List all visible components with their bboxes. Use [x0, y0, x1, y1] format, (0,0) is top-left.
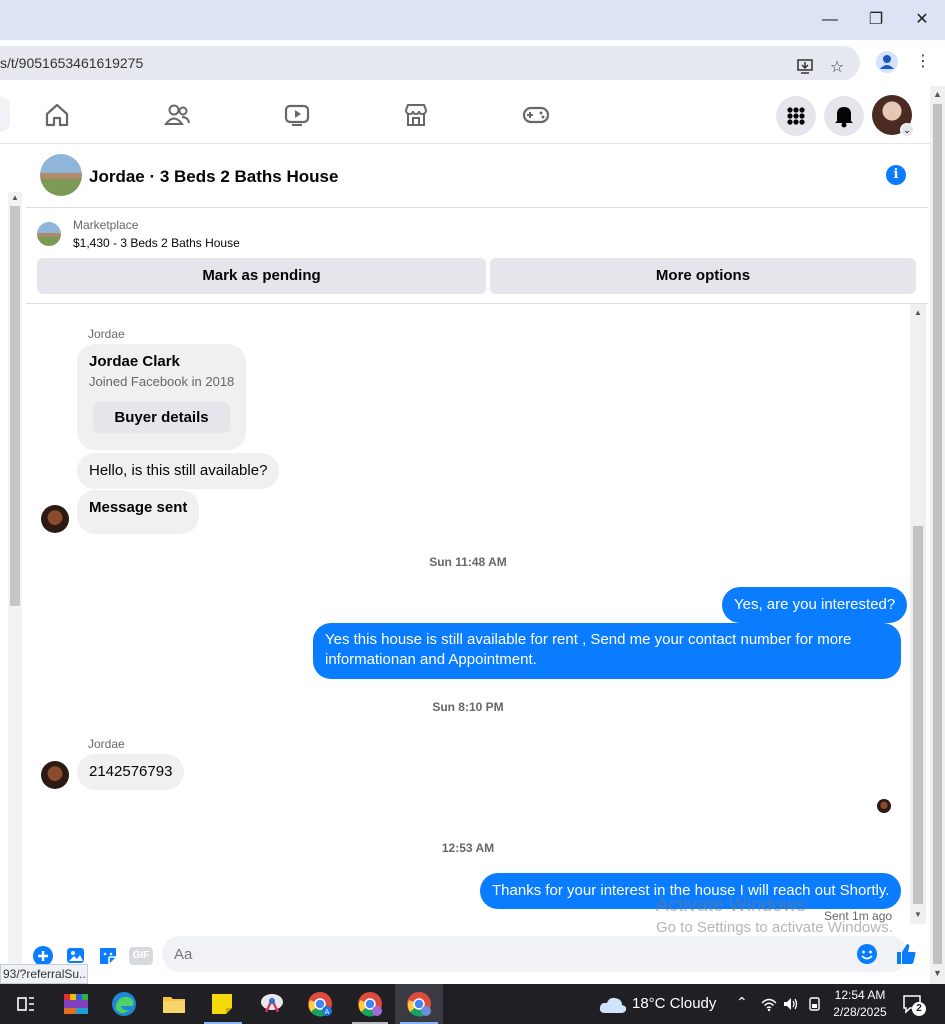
chrome-profile-c-icon[interactable]	[405, 990, 433, 1018]
chat-list-scrollbar[interactable]: ▲	[8, 192, 22, 972]
friends-icon[interactable]	[162, 100, 192, 130]
menu-grid-button[interactable]	[776, 96, 816, 136]
message-scrollbar[interactable]: ▲ ▼	[910, 304, 926, 924]
chrome-profile-b-icon[interactable]	[356, 990, 384, 1018]
windows-taskbar: A 18°C Cloudy ⌃ 12:54 AM 2/28/2025 2	[0, 984, 945, 1024]
url-text[interactable]: s/t/9051653461619275	[0, 55, 143, 71]
message-bubble[interactable]: 2142576793	[77, 754, 185, 790]
window-title-bar: — ❐ ✕	[0, 0, 945, 40]
timestamp: Sun 11:48 AM	[429, 555, 507, 569]
marketplace-listing-panel: Marketplace $1,430 - 3 Beds 2 Baths Hous…	[26, 208, 928, 304]
game-app-icon[interactable]	[62, 990, 90, 1018]
profile-avatar[interactable]: ⌄	[872, 95, 914, 137]
sent-message-bubble[interactable]: Yes this house is still available for re…	[313, 623, 901, 679]
more-options-button[interactable]: More options	[490, 258, 916, 294]
chat-header: Jordae · 3 Beds 2 Baths House i	[26, 144, 928, 208]
restore-button[interactable]: ❐	[864, 8, 888, 32]
notification-center-icon[interactable]: 2	[902, 994, 926, 1016]
sender-name: Jordae	[88, 737, 125, 751]
message-scroll-thumb[interactable]	[913, 526, 923, 904]
profile-icon[interactable]	[876, 51, 898, 73]
bookmark-star-icon[interactable]: ☆	[826, 57, 848, 79]
listing-small-thumbnail[interactable]	[37, 222, 61, 246]
svg-text:A: A	[325, 1009, 330, 1016]
mark-as-pending-button[interactable]: Mark as pending	[37, 258, 486, 294]
close-button[interactable]: ✕	[910, 8, 934, 32]
facebook-top-nav: ⌄	[0, 86, 930, 144]
scroll-up-arrow-icon[interactable]: ▲	[933, 89, 942, 99]
message-composer: GIF	[26, 936, 928, 984]
clock-time: 12:54 AM	[834, 988, 886, 1002]
menu-grid-icon	[787, 107, 805, 125]
sticky-notes-icon[interactable]	[208, 990, 236, 1018]
window-scroll-thumb[interactable]	[933, 104, 942, 964]
info-icon[interactable]: i	[886, 165, 906, 185]
message-bubble[interactable]: Message sent	[77, 490, 200, 534]
sticker-icon[interactable]	[97, 945, 119, 967]
scroll-down-arrow-icon[interactable]: ▼	[933, 968, 942, 978]
message-input-box[interactable]	[162, 936, 908, 972]
marketplace-label: Marketplace	[73, 218, 139, 232]
emoji-icon[interactable]	[856, 943, 878, 965]
buyer-details-button[interactable]: Buyer details	[93, 402, 230, 433]
buyer-joined: Joined Facebook in 2018	[89, 374, 235, 389]
message-thread: Jordae Jordae Clark Joined Facebook in 2…	[26, 304, 910, 936]
battery-icon[interactable]	[806, 995, 824, 1013]
timestamp: Sun 8:10 PM	[432, 700, 504, 714]
chevron-up-icon[interactable]: ⌃	[736, 994, 748, 1011]
address-bar-row: s/t/9051653461619275 ☆ ⋮	[0, 40, 945, 86]
notifications-button[interactable]	[824, 96, 864, 136]
marketplace-icon[interactable]	[401, 100, 431, 130]
read-receipt-avatar	[877, 799, 891, 813]
listing-thumbnail[interactable]	[40, 154, 82, 196]
timestamp: 12:53 AM	[441, 841, 495, 855]
minimize-button[interactable]: —	[818, 8, 842, 32]
edge-browser-icon[interactable]	[110, 990, 138, 1018]
snipping-tool-icon[interactable]	[258, 990, 286, 1018]
file-explorer-icon[interactable]	[160, 990, 188, 1018]
thumbs-up-icon[interactable]	[894, 942, 918, 966]
chrome-profile-a-icon[interactable]: A	[306, 990, 334, 1018]
browser-menu-icon[interactable]: ⋮	[912, 51, 934, 73]
volume-icon[interactable]	[782, 995, 800, 1013]
message-bubble[interactable]: Hello, is this still available?	[77, 453, 280, 489]
notifications-icon	[835, 107, 853, 128]
clock-date: 2/28/2025	[833, 1005, 887, 1019]
sender-avatar[interactable]	[41, 761, 69, 789]
install-app-icon[interactable]	[794, 57, 816, 79]
gif-icon[interactable]: GIF	[129, 947, 153, 965]
activate-windows-watermark: Activate Windows	[656, 895, 806, 916]
address-bar[interactable]: s/t/9051653461619275 ☆	[0, 46, 860, 80]
sender-name: Jordae	[88, 327, 125, 341]
buyer-card: Jordae Clark Joined Facebook in 2018 Buy…	[77, 344, 246, 450]
sender-avatar[interactable]	[41, 505, 69, 533]
chevron-down-icon: ⌄	[900, 123, 914, 137]
system-clock[interactable]: 12:54 AM 2/28/2025	[826, 987, 894, 1021]
chat-list-scroll-thumb[interactable]	[10, 206, 20, 606]
scroll-up-arrow-icon[interactable]: ▲	[914, 308, 922, 317]
task-view-icon[interactable]	[12, 990, 40, 1018]
notification-count-badge: 2	[912, 1002, 926, 1016]
weather-text[interactable]: 18°C Cloudy	[632, 995, 716, 1012]
search-box-edge[interactable]	[0, 96, 10, 132]
status-bar-url: 93/?referralSu...	[0, 964, 88, 984]
cloudy-weather-icon[interactable]	[598, 993, 628, 1015]
window-scrollbar[interactable]: ▲ ▼	[930, 86, 945, 984]
wifi-icon[interactable]	[760, 995, 778, 1013]
scroll-up-arrow-icon[interactable]: ▲	[11, 193, 19, 202]
activate-windows-hint: Go to Settings to activate Windows.	[656, 919, 893, 936]
video-icon[interactable]	[282, 100, 312, 130]
chat-title[interactable]: Jordae · 3 Beds 2 Baths House	[89, 167, 338, 187]
message-input[interactable]	[174, 936, 844, 972]
listing-price-title[interactable]: $1,430 - 3 Beds 2 Baths House	[73, 236, 240, 250]
home-icon[interactable]	[42, 100, 72, 130]
gaming-icon[interactable]	[521, 100, 551, 130]
sent-message-bubble[interactable]: Yes, are you interested?	[722, 587, 908, 623]
scroll-down-arrow-icon[interactable]: ▼	[914, 910, 922, 919]
buyer-name: Jordae Clark	[89, 353, 180, 370]
